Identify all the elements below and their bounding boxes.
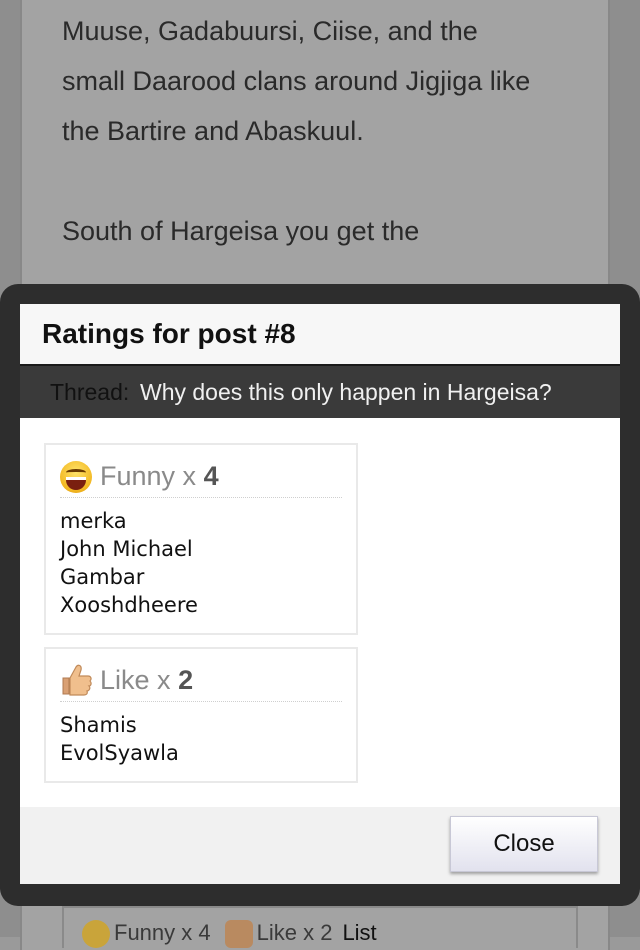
post-paragraph: South of Hargeisa you get the [62, 216, 420, 246]
rater-name-link[interactable]: EvolSyawla [60, 739, 179, 767]
rating-label: Like x [100, 665, 171, 695]
rating-box-like: Like x 2 Shamis EvolSyawla [44, 647, 358, 783]
rater-name-link[interactable]: John Michael [60, 535, 198, 563]
rating-label: Funny x [100, 461, 197, 491]
rating-count: 4 [203, 461, 219, 491]
rater-list: merka John Michael Gambar Xooshdheere [60, 507, 198, 619]
rating-header: Funny x 4 [60, 459, 342, 498]
laughing-emoji-icon [82, 920, 110, 949]
ratings-dialog: Ratings for post #8 Thread: Why does thi… [20, 304, 620, 884]
dialog-title: Ratings for post #8 [42, 318, 296, 349]
thumbs-up-icon [224, 920, 253, 949]
funny-rating-link[interactable]: Funny x 4 [114, 920, 211, 945]
rating-header: Like x 2 [60, 663, 342, 702]
post-paragraph: Muuse, Gadabuursi, Ciise, and the small … [62, 16, 531, 146]
rater-name-link[interactable]: Gambar [60, 563, 198, 591]
background-ratings-bar: Funny x 4 Like x 2 List [62, 906, 578, 949]
thread-label: Thread: [50, 379, 130, 405]
rating-count: 2 [178, 665, 194, 695]
dialog-title-bar: Ratings for post #8 [20, 304, 620, 366]
rater-list: Shamis EvolSyawla [60, 711, 179, 767]
background-post-text: Muuse, Gadabuursi, Ciise, and the small … [62, 6, 532, 306]
thread-bar: Thread: Why does this only happen in Har… [20, 366, 620, 418]
list-ratings-link[interactable]: List [342, 920, 376, 945]
rater-name-link[interactable]: Shamis [60, 711, 179, 739]
dialog-footer: Close [20, 807, 620, 884]
laughing-emoji-icon [60, 461, 92, 493]
rater-name-link[interactable]: Xooshdheere [60, 591, 198, 619]
thread-title[interactable]: Why does this only happen in Hargeisa? [140, 379, 552, 406]
close-button[interactable]: Close [450, 816, 598, 872]
thumbs-up-icon [60, 663, 92, 697]
rater-name-link[interactable]: merka [60, 507, 198, 535]
like-rating-link[interactable]: Like x 2 [257, 920, 333, 945]
rating-box-funny: Funny x 4 merka John Michael Gambar Xoos… [44, 443, 358, 635]
